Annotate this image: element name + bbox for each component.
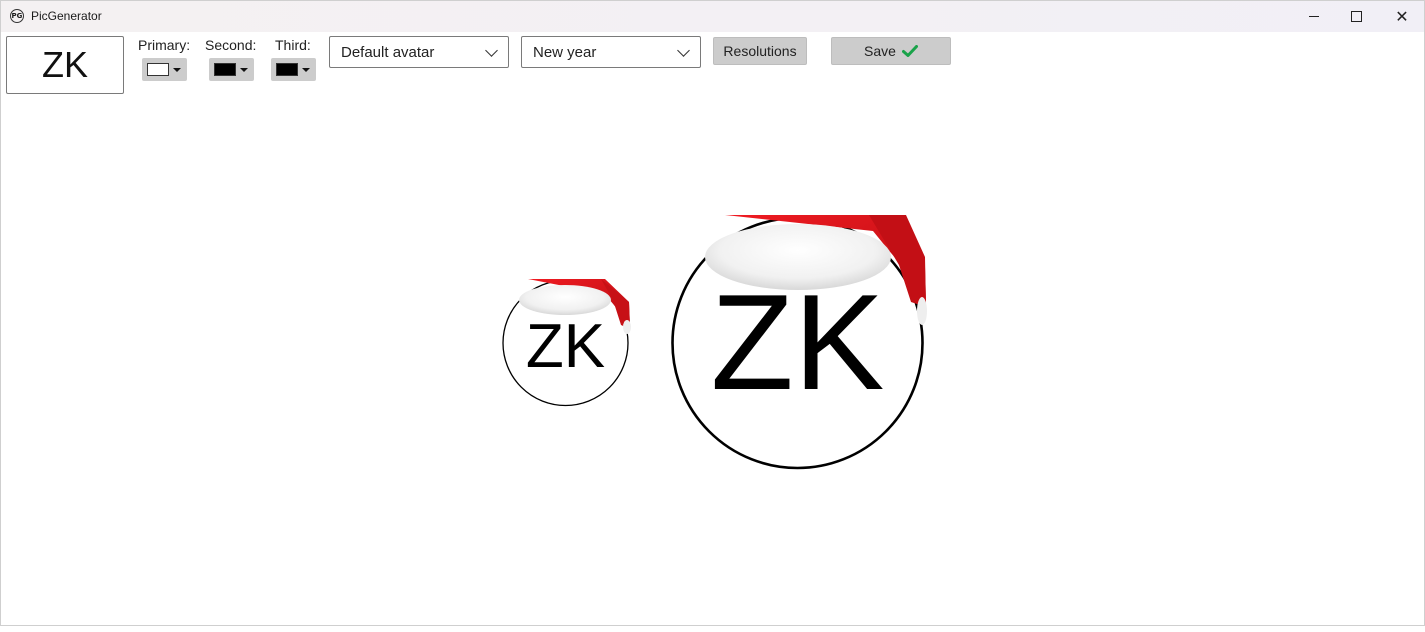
- chevron-down-icon: [485, 44, 498, 57]
- template-select[interactable]: Default avatar: [329, 36, 509, 68]
- small-avatar-initials: ZK: [526, 312, 605, 381]
- theme-select-value: New year: [533, 44, 597, 61]
- theme-select[interactable]: New year: [521, 36, 701, 68]
- small-avatar-preview: ZK: [502, 279, 631, 407]
- third-color-label: Third:: [275, 37, 311, 53]
- save-button[interactable]: Save: [831, 37, 951, 65]
- window-title: PicGenerator: [31, 9, 102, 23]
- title-bar[interactable]: PG PicGenerator ✕: [1, 1, 1424, 32]
- second-color-swatch: [214, 63, 236, 76]
- close-icon: ✕: [1395, 6, 1409, 26]
- dropdown-caret-icon: [240, 67, 248, 72]
- app-window: PG PicGenerator ✕ ZK Primary: Second: Th…: [0, 0, 1425, 626]
- checkmark-icon: [901, 45, 918, 57]
- template-select-value: Default avatar: [341, 44, 435, 61]
- second-color-label: Second:: [205, 37, 257, 53]
- resolutions-button-label: Resolutions: [723, 43, 797, 59]
- dropdown-caret-icon: [173, 67, 181, 72]
- third-color-picker[interactable]: [271, 58, 316, 81]
- primary-color-label: Primary:: [138, 37, 191, 53]
- primary-color-swatch: [147, 63, 169, 76]
- preview-canvas: ZK ZK: [1, 97, 1425, 627]
- maximize-icon: [1350, 11, 1362, 22]
- maximize-button[interactable]: [1333, 1, 1379, 32]
- chevron-down-icon: [677, 44, 690, 57]
- close-button[interactable]: ✕: [1379, 1, 1425, 32]
- second-color-picker[interactable]: [209, 58, 254, 81]
- large-avatar-preview: ZK: [671, 215, 927, 470]
- initials-input[interactable]: ZK: [6, 36, 124, 94]
- save-button-label: Save: [864, 43, 896, 59]
- minimize-button[interactable]: [1291, 1, 1337, 32]
- third-color-swatch: [276, 63, 298, 76]
- dropdown-caret-icon: [302, 67, 310, 72]
- resolutions-button[interactable]: Resolutions: [713, 37, 807, 65]
- app-logo-icon: PG: [10, 9, 24, 23]
- primary-color-picker[interactable]: [142, 58, 187, 81]
- avatar-previews: ZK ZK: [502, 215, 927, 470]
- minimize-icon: [1309, 16, 1319, 17]
- large-avatar-initials: ZK: [711, 266, 885, 418]
